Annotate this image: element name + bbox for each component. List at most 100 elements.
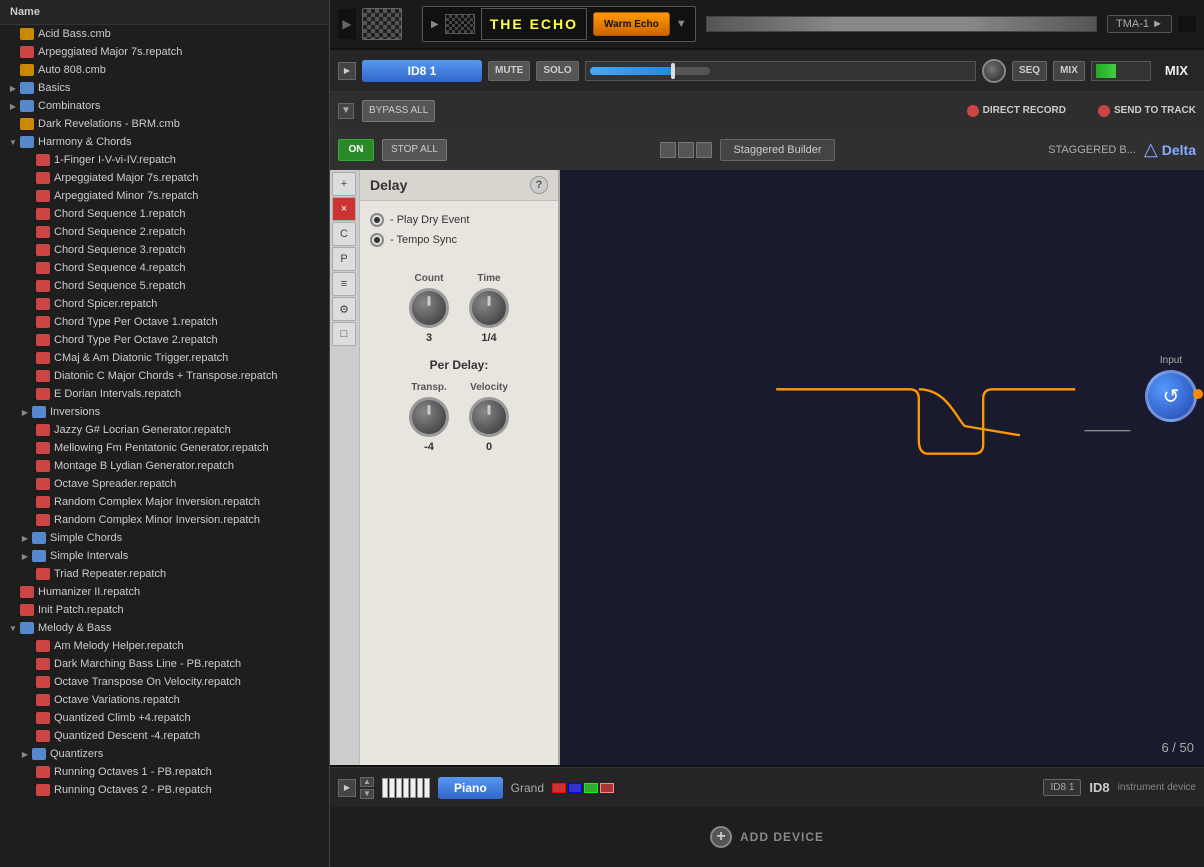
sidebar-item[interactable]: Auto 808.cmb [0, 61, 329, 79]
play-dry-option[interactable]: - Play Dry Event [370, 213, 548, 227]
mix-button[interactable]: MIX [1053, 61, 1085, 81]
settings-icon[interactable]: ⚙ [332, 297, 356, 321]
instrument-play-button[interactable]: ▶ [338, 779, 356, 797]
sidebar-item[interactable]: ▶Combinators [0, 97, 329, 115]
sidebar-item[interactable]: E Dorian Intervals.repatch [0, 385, 329, 403]
sidebar-item[interactable]: Chord Sequence 5.repatch [0, 277, 329, 295]
sidebar-item[interactable]: Diatonic C Major Chords + Transpose.repa… [0, 367, 329, 385]
bypass-button[interactable]: BYPASS ALL [362, 100, 435, 122]
count-knob[interactable] [409, 288, 449, 328]
add-icon[interactable]: + [332, 172, 356, 196]
play-dry-radio[interactable] [370, 213, 384, 227]
sidebar-item[interactable]: Chord Type Per Octave 1.repatch [0, 313, 329, 331]
scroll-down-button[interactable]: ▼ [360, 789, 374, 799]
format-btn-1[interactable] [660, 142, 676, 158]
sidebar-item[interactable]: Acid Bass.cmb [0, 25, 329, 43]
sidebar-item[interactable]: Init Patch.repatch [0, 601, 329, 619]
track-play-button[interactable]: ▶ [338, 62, 356, 80]
sidebar-item[interactable]: Running Octaves 2 - PB.repatch [0, 781, 329, 799]
repatch-icon [36, 352, 50, 364]
time-knob[interactable] [469, 288, 509, 328]
dropdown-icon[interactable]: ▼ [676, 18, 687, 30]
input-node-circle[interactable]: ↺ [1145, 370, 1197, 422]
sidebar-item[interactable]: Running Octaves 1 - PB.repatch [0, 763, 329, 781]
sidebar-item[interactable]: Dark Revelations - BRM.cmb [0, 115, 329, 133]
echo-icon: ▶ [431, 19, 439, 30]
sidebar-item[interactable]: Montage B Lydian Generator.repatch [0, 457, 329, 475]
sidebar-item[interactable]: ▶Simple Intervals [0, 547, 329, 565]
id8-display-text: ID8 1 [1050, 782, 1074, 793]
sidebar-item[interactable]: CMaj & Am Diatonic Trigger.repatch [0, 349, 329, 367]
input-node[interactable]: Input ↺ [1145, 355, 1197, 422]
file-browser[interactable]: Name Acid Bass.cmbArpeggiated Major 7s.r… [0, 0, 330, 867]
tempo-sync-radio[interactable] [370, 233, 384, 247]
checkered-button[interactable] [362, 8, 402, 40]
sidebar-item[interactable]: Octave Spreader.repatch [0, 475, 329, 493]
device-arrow-icon[interactable]: ▼ [338, 103, 354, 119]
list-icon[interactable]: ≡ [332, 272, 356, 296]
close-icon[interactable]: × [332, 197, 356, 221]
mute-button[interactable]: MUTE [488, 61, 530, 81]
volume-knob[interactable] [982, 59, 1006, 83]
staggered-builder-button[interactable]: Staggered Builder [720, 139, 834, 161]
sidebar-item[interactable]: Octave Variations.repatch [0, 691, 329, 709]
sidebar-item[interactable]: ▶Quantizers [0, 745, 329, 763]
transp-knob[interactable] [409, 397, 449, 437]
format-btn-2[interactable] [678, 142, 694, 158]
sidebar-item[interactable]: Arpeggiated Major 7s.repatch [0, 169, 329, 187]
folder-arrow-icon: ▶ [20, 749, 30, 759]
piano-label-button[interactable]: Piano [438, 777, 503, 799]
velocity-knob[interactable] [469, 397, 509, 437]
fader-area[interactable] [585, 61, 976, 81]
sidebar-item[interactable]: 1-Finger I-V-vi-IV.repatch [0, 151, 329, 169]
copy-icon[interactable]: C [332, 222, 356, 246]
sidebar-item[interactable]: Chord Spicer.repatch [0, 295, 329, 313]
sidebar-item[interactable]: Random Complex Major Inversion.repatch [0, 493, 329, 511]
sidebar-item[interactable]: Chord Sequence 3.repatch [0, 241, 329, 259]
tempo-sync-option[interactable]: - Tempo Sync [370, 233, 548, 247]
sidebar-item[interactable]: Humanizer II.repatch [0, 583, 329, 601]
paste-icon[interactable]: P [332, 247, 356, 271]
sidebar-item[interactable]: ▶Basics [0, 79, 329, 97]
grand-label: Grand [511, 781, 544, 795]
sidebar-item[interactable]: Arpeggiated Major 7s.repatch [0, 43, 329, 61]
rack-arrow-icon[interactable]: ▶ [342, 17, 351, 31]
sidebar-item[interactable]: Chord Type Per Octave 2.repatch [0, 331, 329, 349]
repatch-icon [36, 712, 50, 724]
format-btn-3[interactable] [696, 142, 712, 158]
sidebar-item[interactable]: Jazzy G# Locrian Generator.repatch [0, 421, 329, 439]
help-button[interactable]: ? [530, 176, 548, 194]
sidebar-item-label: E Dorian Intervals.repatch [54, 388, 181, 400]
sidebar-item[interactable]: Quantized Descent -4.repatch [0, 727, 329, 745]
sidebar-item[interactable]: Am Melody Helper.repatch [0, 637, 329, 655]
play-dry-label: - Play Dry Event [390, 214, 469, 226]
sidebar-item[interactable]: ▼Harmony & Chords [0, 133, 329, 151]
sidebar-item[interactable]: Random Complex Minor Inversion.repatch [0, 511, 329, 529]
sidebar-item[interactable]: ▶Inversions [0, 403, 329, 421]
seq-button[interactable]: SEQ [1012, 61, 1047, 81]
sidebar-item[interactable]: Chord Sequence 2.repatch [0, 223, 329, 241]
sidebar-item[interactable]: Chord Sequence 4.repatch [0, 259, 329, 277]
sidebar-item[interactable]: Mellowing Fm Pentatonic Generator.repatc… [0, 439, 329, 457]
sidebar-item-label: Quantized Climb +4.repatch [54, 712, 191, 724]
sidebar-item[interactable]: Chord Sequence 1.repatch [0, 205, 329, 223]
add-device-area[interactable]: + ADD DEVICE [330, 807, 1204, 867]
warm-echo-button[interactable]: Warm Echo [593, 12, 670, 36]
sidebar-item[interactable]: Octave Transpose On Velocity.repatch [0, 673, 329, 691]
scroll-up-button[interactable]: ▲ [360, 777, 374, 787]
sidebar-item[interactable]: Triad Repeater.repatch [0, 565, 329, 583]
sidebar-item[interactable]: Dark Marching Bass Line - PB.repatch [0, 655, 329, 673]
per-delay-label: Per Delay: [360, 352, 558, 374]
sidebar-item[interactable]: ▼Melody & Bass [0, 619, 329, 637]
stop-all-button[interactable]: STOP ALL [382, 139, 447, 161]
on-button[interactable]: ON [338, 139, 374, 161]
sidebar-item[interactable]: Quantized Climb +4.repatch [0, 709, 329, 727]
id8-title: ID8 [1089, 780, 1109, 795]
sidebar-item-label: Init Patch.repatch [38, 604, 124, 616]
sidebar-item[interactable]: Arpeggiated Minor 7s.repatch [0, 187, 329, 205]
sidebar-item-label: Basics [38, 82, 70, 94]
window-icon[interactable]: □ [332, 322, 356, 346]
solo-button[interactable]: SOLO [536, 61, 578, 81]
sidebar-item[interactable]: ▶Simple Chords [0, 529, 329, 547]
rack-left-edge: ▶ [338, 9, 356, 39]
